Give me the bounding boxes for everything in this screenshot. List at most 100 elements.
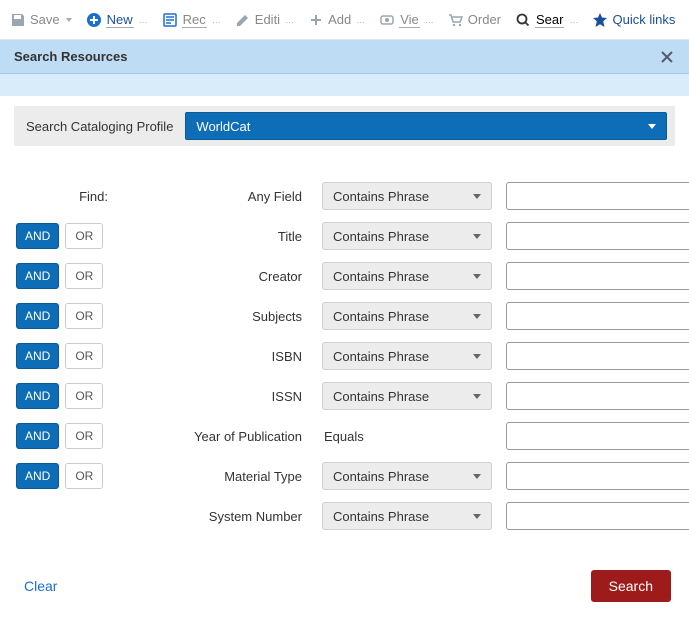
- chevron-down-icon: [473, 194, 481, 199]
- and-button[interactable]: AND: [16, 383, 59, 409]
- editing-label: Editi: [255, 12, 280, 27]
- top-toolbar: Save New Rec Editi Add Vie Order: [0, 0, 689, 40]
- condition-value: Contains Phrase: [333, 469, 429, 484]
- chevron-down-icon: [473, 274, 481, 279]
- chevron-down-icon: [473, 354, 481, 359]
- value-input[interactable]: [506, 382, 689, 410]
- condition-select[interactable]: Contains Phrase: [322, 182, 492, 210]
- condition-select[interactable]: Contains Phrase: [322, 462, 492, 490]
- view-button[interactable]: Vie: [373, 8, 440, 32]
- field-label: Subjects: [128, 309, 308, 324]
- search-row: ANDOR ISSN Contains Phrase: [14, 376, 675, 416]
- caret-down-icon: [66, 18, 72, 22]
- save-menu[interactable]: Save: [4, 8, 78, 32]
- value-input[interactable]: [506, 302, 689, 330]
- plus-circle-icon: [86, 12, 102, 28]
- chevron-down-icon: [648, 124, 656, 129]
- search-row: ANDORYear of PublicationEquals: [14, 416, 675, 456]
- list-icon: [162, 12, 178, 28]
- editing-button[interactable]: Editi: [229, 8, 300, 32]
- search-button[interactable]: Search: [591, 570, 671, 602]
- search-label: Sear: [535, 12, 564, 28]
- profile-value: WorldCat: [196, 119, 250, 134]
- panel-header: Search Resources: [0, 40, 689, 74]
- condition-select[interactable]: Contains Phrase: [322, 262, 492, 290]
- record-button[interactable]: Rec: [156, 8, 227, 32]
- new-label: New: [106, 12, 134, 28]
- profile-row: Search Cataloging Profile WorldCat: [14, 106, 675, 146]
- content-area: Search Cataloging Profile WorldCat Find:…: [0, 96, 689, 618]
- and-button[interactable]: AND: [16, 223, 59, 249]
- panel-title: Search Resources: [14, 49, 127, 64]
- condition-value: Contains Phrase: [333, 229, 429, 244]
- new-button[interactable]: New: [80, 8, 154, 32]
- or-button[interactable]: OR: [65, 263, 103, 289]
- and-button[interactable]: AND: [16, 343, 59, 369]
- add-button[interactable]: Add: [302, 8, 371, 32]
- value-input[interactable]: [506, 182, 689, 210]
- condition-select[interactable]: Contains Phrase: [322, 382, 492, 410]
- value-input[interactable]: [506, 502, 689, 530]
- operator-cell: ANDOR: [14, 383, 114, 409]
- condition-static: Equals: [322, 429, 492, 444]
- save-label: Save: [30, 12, 60, 27]
- and-button[interactable]: AND: [16, 423, 59, 449]
- record-label: Rec: [182, 12, 207, 28]
- or-button[interactable]: OR: [65, 303, 103, 329]
- or-button[interactable]: OR: [65, 343, 103, 369]
- cart-icon: [448, 12, 464, 28]
- operator-cell: ANDOR: [14, 303, 114, 329]
- condition-value: Contains Phrase: [333, 389, 429, 404]
- pencil-icon: [235, 12, 251, 28]
- or-button[interactable]: OR: [65, 463, 103, 489]
- or-button[interactable]: OR: [65, 383, 103, 409]
- operator-cell: ANDOR: [14, 463, 114, 489]
- search-button-toolbar[interactable]: Sear: [509, 8, 584, 32]
- operator-cell: ANDOR: [14, 223, 114, 249]
- condition-value: Contains Phrase: [333, 509, 429, 524]
- order-button[interactable]: Order: [442, 8, 507, 32]
- value-input[interactable]: [506, 422, 689, 450]
- or-button[interactable]: OR: [65, 223, 103, 249]
- condition-select[interactable]: Contains Phrase: [322, 342, 492, 370]
- search-form: Find:Any FieldContains PhraseANDORTitleC…: [14, 176, 675, 536]
- value-input[interactable]: [506, 462, 689, 490]
- quick-links-button[interactable]: Quick links: [586, 8, 681, 32]
- value-input[interactable]: [506, 342, 689, 370]
- profile-select[interactable]: WorldCat: [185, 112, 667, 140]
- condition-value: Contains Phrase: [333, 309, 429, 324]
- condition-select[interactable]: Contains Phrase: [322, 302, 492, 330]
- search-row: ANDORMaterial TypeContains Phrase: [14, 456, 675, 496]
- search-row: System NumberContains Phrase: [14, 496, 675, 536]
- field-label: ISBN: [128, 349, 308, 364]
- close-icon[interactable]: [659, 49, 675, 65]
- operator-cell: ANDOR: [14, 343, 114, 369]
- eye-icon: [379, 12, 395, 28]
- add-label: Add: [328, 12, 351, 27]
- operator-cell: ANDOR: [14, 263, 114, 289]
- clear-link[interactable]: Clear: [24, 578, 57, 594]
- and-button[interactable]: AND: [16, 263, 59, 289]
- chevron-down-icon: [473, 234, 481, 239]
- star-icon: [592, 12, 608, 28]
- search-icon: [515, 12, 531, 28]
- and-button[interactable]: AND: [16, 303, 59, 329]
- panel-subheader: [0, 74, 689, 96]
- value-input[interactable]: [506, 262, 689, 290]
- chevron-down-icon: [473, 474, 481, 479]
- search-row: Find:Any FieldContains Phrase: [14, 176, 675, 216]
- value-input[interactable]: [506, 222, 689, 250]
- plus-icon: [308, 12, 324, 28]
- and-button[interactable]: AND: [16, 463, 59, 489]
- field-label: ISSN: [128, 389, 308, 404]
- search-row: ANDOR ISBN Contains Phrase: [14, 336, 675, 376]
- profile-label: Search Cataloging Profile: [22, 119, 173, 134]
- condition-value: Contains Phrase: [333, 349, 429, 364]
- search-row: ANDORTitleContains Phrase: [14, 216, 675, 256]
- condition-value: Contains Phrase: [333, 269, 429, 284]
- condition-select[interactable]: Contains Phrase: [322, 222, 492, 250]
- quick-links-label: Quick links: [612, 12, 675, 27]
- or-button[interactable]: OR: [65, 423, 103, 449]
- order-label: Order: [468, 12, 501, 27]
- condition-select[interactable]: Contains Phrase: [322, 502, 492, 530]
